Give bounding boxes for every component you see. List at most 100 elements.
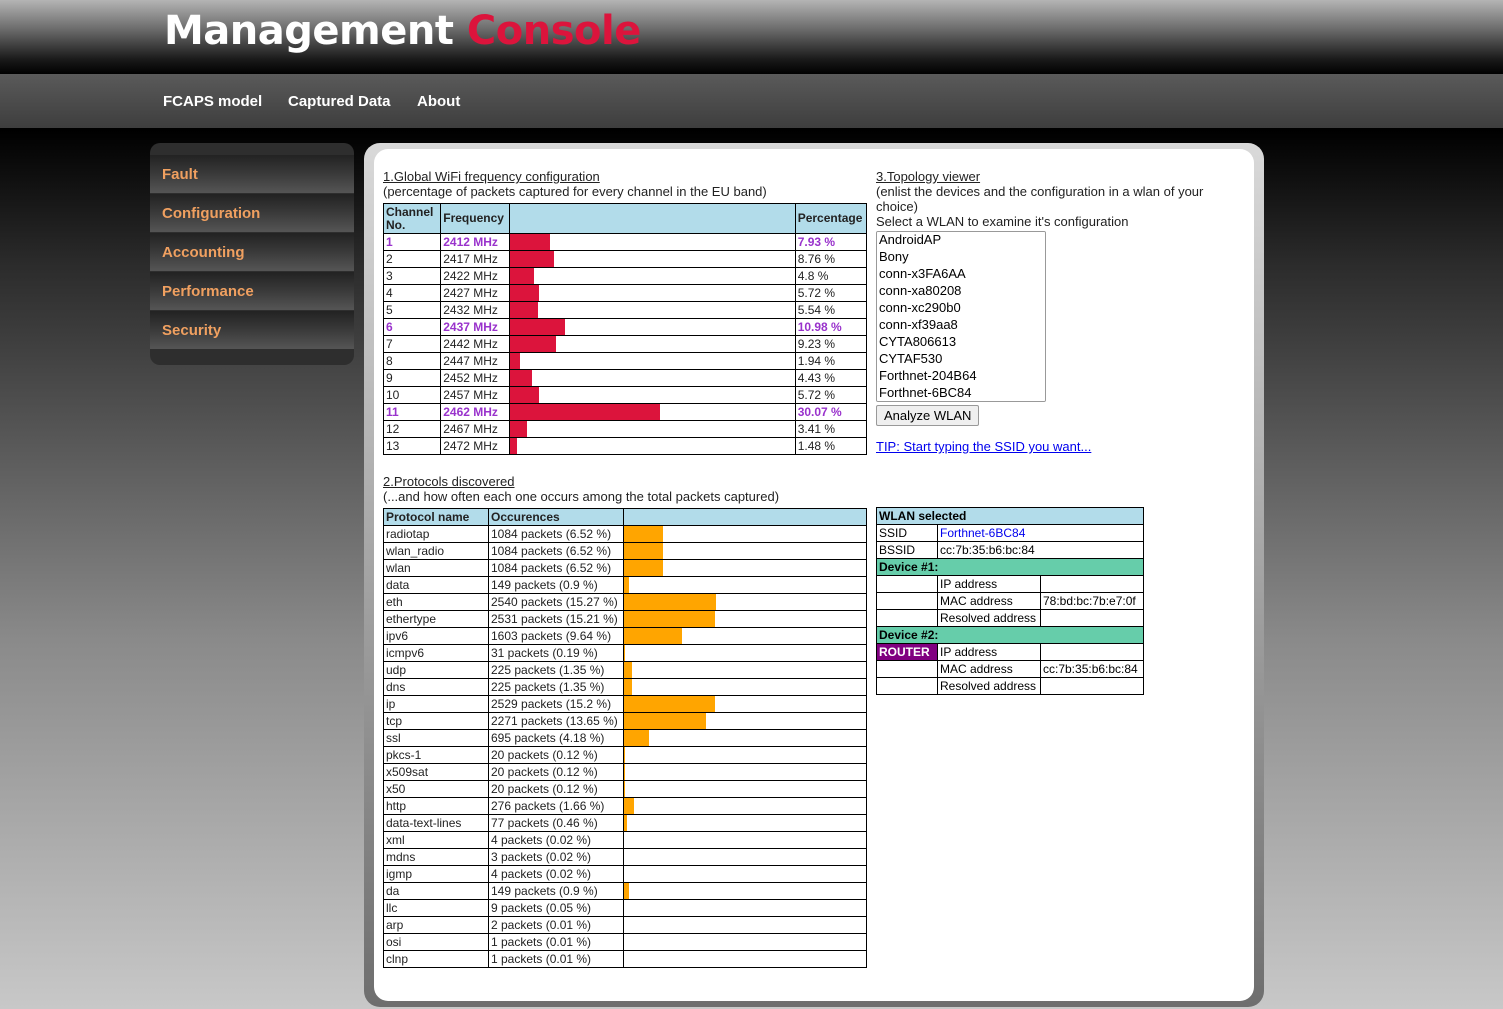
frequency-cell: 2467 MHz: [440, 420, 510, 438]
sidebar-item-accounting[interactable]: Accounting: [150, 233, 354, 271]
occurences-cell: 31 packets (0.19 %): [488, 644, 624, 662]
frequency-cell: 2437 MHz: [440, 318, 510, 336]
topology-heading[interactable]: 3.Topology viewer: [876, 169, 1236, 184]
device-1-ip-label: IP address: [937, 575, 1041, 593]
occurences-cell: 9 packets (0.05 %): [488, 899, 624, 917]
channel-cell: 13: [382, 437, 442, 455]
protocol-name-cell: data-text-lines: [383, 814, 489, 832]
protocol-bar-cell: [623, 576, 867, 594]
percentage-cell: 7.93 %: [794, 233, 868, 251]
app-title-main: Management: [164, 8, 454, 54]
occurences-cell: 276 packets (1.66 %): [488, 797, 624, 815]
wlan-option[interactable]: conn-xc290b0: [877, 300, 1045, 317]
wlan-selected-table: WLAN selected SSID Forthnet-6BC84 BSSID …: [876, 507, 1144, 695]
sidebar-item-security[interactable]: Security: [150, 311, 354, 349]
device-2-mac-value: cc:7b:35:b6:bc:84: [1040, 660, 1144, 678]
nav-about[interactable]: About: [417, 93, 460, 110]
channel-cell: 9: [382, 369, 442, 387]
percentage-cell: 4.8 %: [794, 267, 868, 285]
protocol-bar: [624, 645, 625, 661]
device-2-ip-label: IP address: [937, 643, 1041, 661]
percentage-cell: 30.07 %: [794, 403, 868, 421]
wlan-option[interactable]: Forthnet-204B64: [877, 368, 1045, 385]
occurences-cell: 1 packets (0.01 %): [488, 950, 624, 968]
protocol-row: dns 225 packets (1.35 %): [383, 678, 867, 696]
frequency-row: 6 2437 MHz 10.98 %: [382, 318, 868, 336]
protocol-bar: [624, 747, 625, 763]
analyze-wlan-button[interactable]: Analyze WLAN: [876, 405, 980, 426]
protocols-subtitle: (...and how often each one occurs among …: [383, 489, 780, 504]
ssid-tip-link[interactable]: TIP: Start typing the SSID you want...: [876, 439, 1091, 454]
wlan-option[interactable]: CYTAF530: [877, 351, 1045, 368]
nav-captured-data[interactable]: Captured Data: [288, 93, 391, 110]
protocol-row: xml 4 packets (0.02 %): [383, 831, 867, 849]
frequency-bar: [509, 285, 539, 301]
frequency-bar-cell: [508, 369, 796, 387]
frequency-bar-cell: [508, 352, 796, 370]
protocol-bar: [624, 543, 663, 559]
protocol-bar-cell: [623, 916, 867, 934]
occurences-cell: 149 packets (0.9 %): [488, 576, 624, 594]
wlan-option[interactable]: AndroidAP: [877, 232, 1045, 249]
frequency-heading[interactable]: 1.Global WiFi frequency configuration: [383, 169, 867, 184]
protocol-bar: [624, 611, 715, 627]
wlan-option[interactable]: Forthnet-6BC84: [877, 385, 1045, 402]
frequency-row: 12 2467 MHz 3.41 %: [382, 420, 868, 438]
occurences-cell: 149 packets (0.9 %): [488, 882, 624, 900]
occurences-cell: 20 packets (0.12 %): [488, 746, 624, 764]
frequency-bar: [509, 251, 554, 267]
occurences-cell: 4 packets (0.02 %): [488, 865, 624, 883]
sidebar-item-performance[interactable]: Performance: [150, 272, 354, 310]
protocols-heading[interactable]: 2.Protocols discovered: [383, 474, 867, 489]
occurences-cell: 77 packets (0.46 %): [488, 814, 624, 832]
wlan-option[interactable]: Bony: [877, 249, 1045, 266]
channel-cell: 4: [382, 284, 442, 302]
protocol-bar-cell: [623, 627, 867, 645]
protocol-row: mdns 3 packets (0.02 %): [383, 848, 867, 866]
protocol-bar-cell: [623, 559, 867, 577]
protocol-bar: [624, 781, 625, 797]
col-occurences: Occurences: [488, 508, 624, 526]
main-frame: 1.Global WiFi frequency configuration (p…: [364, 143, 1264, 1007]
protocol-name-cell: http: [383, 797, 489, 815]
ssid-label: SSID: [876, 524, 938, 542]
protocol-row: x50 20 packets (0.12 %): [383, 780, 867, 798]
protocol-row: arp 2 packets (0.01 %): [383, 916, 867, 934]
protocol-row: da 149 packets (0.9 %): [383, 882, 867, 900]
protocol-bar: [624, 883, 629, 899]
frequency-row: 2 2417 MHz 8.76 %: [382, 250, 868, 268]
wlan-option[interactable]: CYTA806613: [877, 334, 1045, 351]
sidebar-item-fault[interactable]: Fault: [150, 155, 354, 193]
protocol-bar-cell: [623, 899, 867, 917]
frequency-row: 5 2432 MHz 5.54 %: [382, 301, 868, 319]
frequency-bar-cell: [508, 233, 796, 251]
percentage-cell: 4.43 %: [794, 369, 868, 387]
channel-cell: 3: [382, 267, 442, 285]
percentage-cell: 9.23 %: [794, 335, 868, 353]
occurences-cell: 695 packets (4.18 %): [488, 729, 624, 747]
protocol-name-cell: pkcs-1: [383, 746, 489, 764]
frequency-cell: 2447 MHz: [440, 352, 510, 370]
protocol-row: wlan_radio 1084 packets (6.52 %): [383, 542, 867, 560]
frequency-bar: [509, 336, 556, 352]
protocol-bar: [624, 560, 663, 576]
device-1-spacer: [876, 592, 938, 610]
sidebar-item-configuration[interactable]: Configuration: [150, 194, 354, 232]
bssid-label: BSSID: [876, 541, 938, 559]
protocol-name-cell: da: [383, 882, 489, 900]
router-badge: ROUTER: [876, 643, 938, 661]
device-2-header: Device #2:: [876, 626, 1144, 644]
protocol-bar-cell: [623, 848, 867, 866]
wlan-select-list[interactable]: AndroidAPBonyconn-x3FA6AAconn-xa80208con…: [876, 231, 1046, 402]
protocol-bar-cell: [623, 712, 867, 730]
wlan-option[interactable]: conn-xa80208: [877, 283, 1045, 300]
occurences-cell: 2529 packets (15.2 %): [488, 695, 624, 713]
protocol-row: ssl 695 packets (4.18 %): [383, 729, 867, 747]
device-2-mac-label: MAC address: [937, 660, 1041, 678]
wlan-option[interactable]: conn-x3FA6AA: [877, 266, 1045, 283]
wlan-option[interactable]: conn-xf39aa8: [877, 317, 1045, 334]
frequency-bar: [509, 370, 532, 386]
top-nav: FCAPS model Captured Data About: [0, 74, 1503, 128]
col-channel: Channel No.: [382, 203, 442, 234]
nav-fcaps-model[interactable]: FCAPS model: [163, 93, 262, 110]
